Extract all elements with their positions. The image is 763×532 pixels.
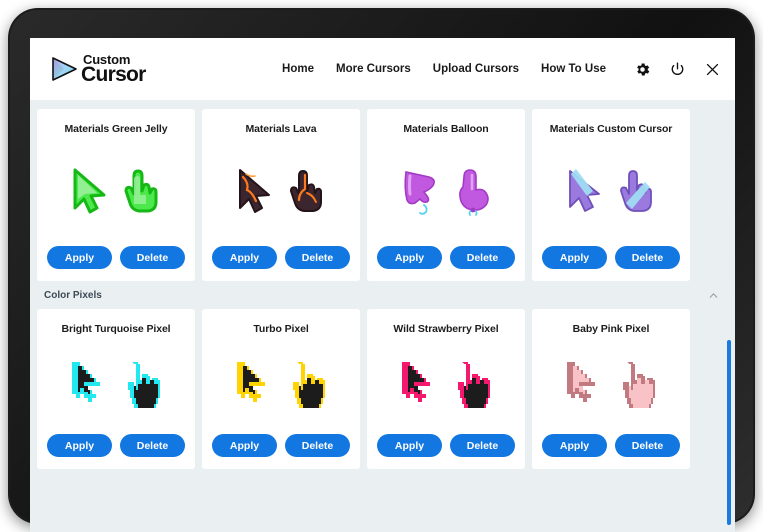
- delete-button[interactable]: Delete: [120, 434, 185, 457]
- delete-button[interactable]: Delete: [450, 246, 515, 269]
- hand-cursor-icon: [623, 361, 655, 408]
- arrow-cursor-icon: [239, 168, 270, 213]
- apply-button[interactable]: Apply: [377, 246, 442, 269]
- header-icon-group: [634, 61, 721, 78]
- cursor-preview-pixel: [47, 335, 185, 434]
- close-icon[interactable]: [704, 61, 721, 78]
- nav-how-to-use[interactable]: How To Use: [541, 63, 606, 75]
- arrow-cursor-icon: [567, 361, 595, 402]
- hand-cursor-icon: [620, 169, 652, 212]
- cursor-card[interactable]: Materials Green Jelly Apply Delete: [37, 109, 195, 281]
- hand-cursor-icon: [124, 169, 158, 212]
- cursor-preview-pixel: [542, 335, 680, 434]
- delete-button[interactable]: Delete: [285, 434, 350, 457]
- cursor-card-title: Materials Custom Cursor: [549, 123, 673, 135]
- arrow-cursor-icon: [72, 361, 100, 402]
- gear-icon[interactable]: [634, 61, 651, 78]
- hand-cursor-icon: [458, 361, 490, 408]
- cursor-card-title: Materials Lava: [245, 123, 317, 135]
- cursor-preview-balloon: [377, 135, 515, 246]
- card-actions: Apply Delete: [542, 434, 680, 457]
- delete-button[interactable]: Delete: [120, 246, 185, 269]
- card-actions: Apply Delete: [212, 434, 350, 457]
- apply-button[interactable]: Apply: [212, 434, 277, 457]
- cursor-card[interactable]: Wild Strawberry Pixel Apply Delete: [367, 309, 525, 469]
- cursor-list-content: Materials Green Jelly Apply Delete Mater…: [30, 100, 735, 532]
- card-actions: Apply Delete: [47, 434, 185, 457]
- apply-button[interactable]: Apply: [542, 434, 607, 457]
- chevron-up-icon[interactable]: [708, 290, 719, 301]
- section-header-color-pixels[interactable]: Color Pixels: [30, 281, 735, 309]
- cursor-card[interactable]: Materials Lava Apply Delete: [202, 109, 360, 281]
- cursor-card-title: Wild Strawberry Pixel: [393, 323, 499, 335]
- cursor-card[interactable]: Materials Custom Cursor Apply Delete: [532, 109, 690, 281]
- app-logo: Custom Cursor: [50, 53, 146, 86]
- apply-button[interactable]: Apply: [377, 434, 442, 457]
- hand-cursor-icon: [459, 168, 489, 216]
- power-icon[interactable]: [669, 61, 686, 78]
- cursor-preview-custom: [542, 135, 680, 246]
- apply-button[interactable]: Apply: [47, 434, 112, 457]
- apply-button[interactable]: Apply: [212, 246, 277, 269]
- nav-more-cursors[interactable]: More Cursors: [336, 63, 411, 75]
- delete-button[interactable]: Delete: [615, 434, 680, 457]
- app-window: Custom Cursor Home More Cursors Upload C…: [30, 38, 735, 532]
- card-actions: Apply Delete: [377, 434, 515, 457]
- card-actions: Apply Delete: [542, 246, 680, 269]
- cursor-card-title: Bright Turquoise Pixel: [61, 323, 171, 335]
- section-title: Color Pixels: [44, 289, 102, 301]
- card-actions: Apply Delete: [377, 246, 515, 269]
- app-header: Custom Cursor Home More Cursors Upload C…: [30, 38, 735, 100]
- cursor-preview-pixel: [377, 335, 515, 434]
- scrollbar-track[interactable]: [726, 100, 732, 532]
- delete-button[interactable]: Delete: [615, 246, 680, 269]
- arrow-cursor-icon: [404, 170, 435, 215]
- cursor-card[interactable]: Baby Pink Pixel Apply Delete: [532, 309, 690, 469]
- scrollbar-thumb[interactable]: [727, 340, 731, 525]
- cursor-card[interactable]: Materials Balloon Apply Delete: [367, 109, 525, 281]
- apply-button[interactable]: Apply: [542, 246, 607, 269]
- cursor-card-title: Materials Balloon: [403, 123, 489, 135]
- cursor-card-title: Turbo Pixel: [253, 323, 309, 335]
- arrow-cursor-icon: [569, 168, 600, 212]
- nav-home[interactable]: Home: [282, 63, 314, 75]
- card-actions: Apply Delete: [212, 246, 350, 269]
- delete-button[interactable]: Delete: [450, 434, 515, 457]
- apply-button[interactable]: Apply: [47, 246, 112, 269]
- cursor-preview-jelly: [47, 135, 185, 246]
- cursor-card-row-color-pixels: Bright Turquoise Pixel Apply Delete Turb…: [30, 309, 735, 469]
- cursor-preview-lava: [212, 135, 350, 246]
- arrow-cursor-icon: [402, 361, 430, 402]
- logo-text-cursor: Cursor: [81, 62, 146, 86]
- arrow-cursor-icon: [73, 168, 106, 213]
- card-actions: Apply Delete: [47, 246, 185, 269]
- delete-button[interactable]: Delete: [285, 246, 350, 269]
- cursor-card-row-materials: Materials Green Jelly Apply Delete Mater…: [30, 109, 735, 281]
- hand-cursor-icon: [293, 361, 325, 408]
- hand-cursor-icon: [290, 169, 322, 212]
- nav-upload-cursors[interactable]: Upload Cursors: [433, 63, 519, 75]
- main-navigation: Home More Cursors Upload Cursors How To …: [282, 61, 721, 78]
- cursor-card-title: Materials Green Jelly: [64, 123, 168, 135]
- arrow-cursor-icon: [237, 361, 265, 402]
- cursor-preview-pixel: [212, 335, 350, 434]
- hand-cursor-icon: [128, 361, 160, 408]
- cursor-logo-icon: [52, 57, 77, 81]
- cursor-card[interactable]: Bright Turquoise Pixel Apply Delete: [37, 309, 195, 469]
- cursor-card[interactable]: Turbo Pixel Apply Delete: [202, 309, 360, 469]
- cursor-card-title: Baby Pink Pixel: [572, 323, 650, 335]
